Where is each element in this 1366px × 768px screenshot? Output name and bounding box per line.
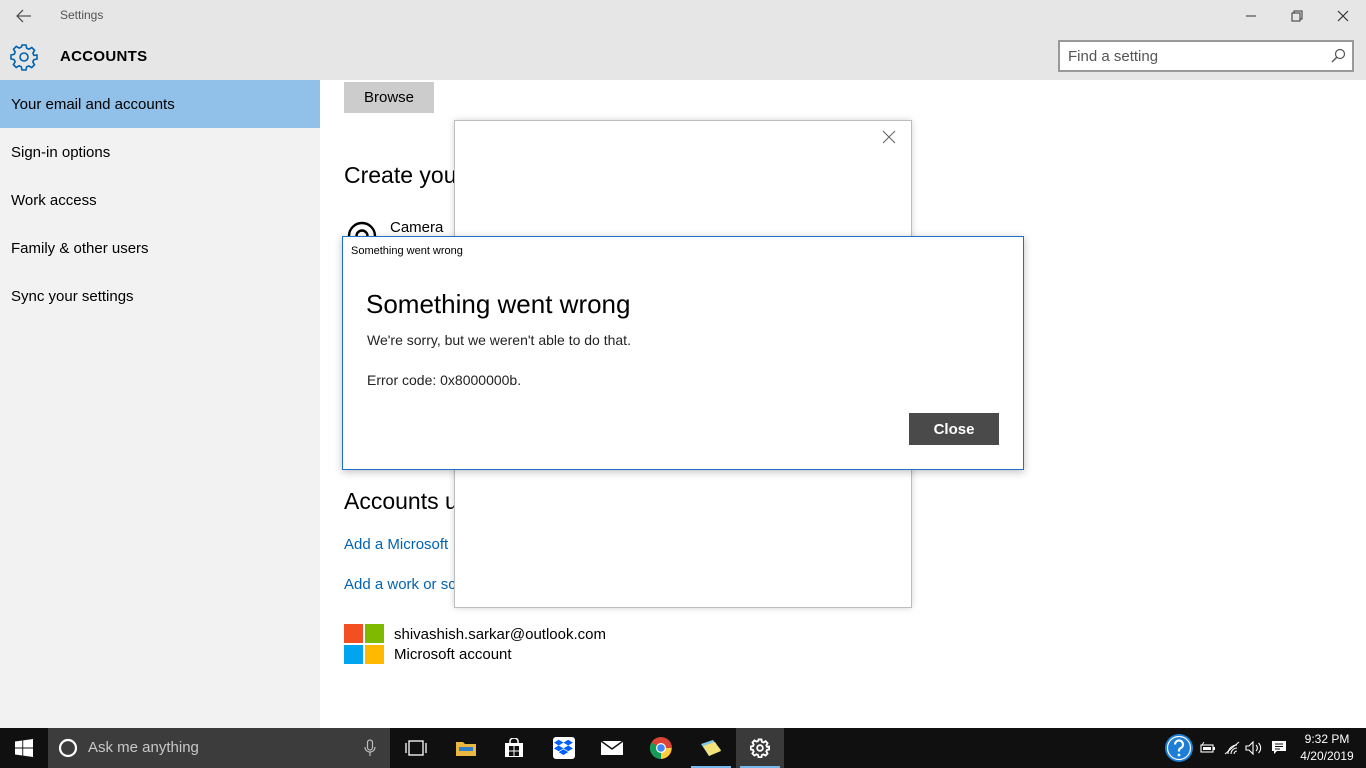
- chrome-button[interactable]: [637, 728, 685, 768]
- microsoft-logo-icon: [344, 624, 384, 664]
- back-arrow-icon: [16, 9, 31, 23]
- battery-tray-button[interactable]: [1198, 728, 1218, 768]
- error-dialog: Something went wrong Something went wron…: [342, 236, 1024, 470]
- back-button[interactable]: [8, 2, 40, 30]
- help-tray-button[interactable]: [1162, 728, 1196, 768]
- store-icon: [505, 738, 523, 757]
- action-center-button[interactable]: [1268, 728, 1290, 768]
- dialog-caption: Something went wrong: [351, 245, 463, 257]
- close-icon: [1337, 10, 1349, 22]
- camera-icon[interactable]: [346, 220, 378, 236]
- task-view-button[interactable]: [392, 728, 440, 768]
- windows-logo-icon: [15, 739, 33, 757]
- create-picture-heading: Create you: [344, 162, 457, 188]
- sidebar-item-email-accounts[interactable]: Your email and accounts: [0, 80, 320, 128]
- start-button[interactable]: [0, 728, 48, 768]
- file-explorer-button[interactable]: [442, 728, 490, 768]
- sidebar-item-sync-settings[interactable]: Sync your settings: [0, 272, 320, 320]
- chrome-icon: [650, 737, 672, 759]
- mail-button[interactable]: [588, 728, 636, 768]
- settings-taskbar-button[interactable]: [736, 728, 784, 768]
- logo-tile-yellow: [365, 645, 384, 664]
- sidebar-item-label: Work access: [11, 191, 97, 209]
- clock-time[interactable]: 9:32 PM: [1296, 732, 1358, 746]
- sidebar-item-work-access[interactable]: Work access: [0, 176, 320, 224]
- sidebar-item-label: Your email and accounts: [11, 95, 175, 113]
- add-work-account-link[interactable]: Add a work or sc: [344, 576, 456, 593]
- dialog-close-button[interactable]: Close: [909, 413, 999, 445]
- gear-icon: [10, 44, 38, 71]
- logo-tile-green: [365, 624, 384, 643]
- sidebar-item-label: Family & other users: [11, 239, 149, 257]
- minimize-button[interactable]: [1228, 0, 1274, 32]
- sticky-notes-button[interactable]: [687, 728, 735, 768]
- dropbox-button[interactable]: [540, 728, 588, 768]
- dialog-error-code: Error code: 0x8000000b.: [367, 372, 522, 388]
- wifi-icon: [1224, 741, 1240, 755]
- close-icon[interactable]: [881, 129, 897, 145]
- restore-button[interactable]: [1274, 0, 1320, 32]
- sidebar-item-family-users[interactable]: Family & other users: [0, 224, 320, 272]
- sticky-notes-icon: [701, 740, 721, 756]
- settings-icon: [750, 738, 770, 758]
- mail-icon: [600, 740, 624, 755]
- search-box[interactable]: [1058, 40, 1354, 72]
- dialog-title: Something went wrong: [366, 289, 631, 319]
- taskbar: Ask me anything 9:32 PM 4/20/2019: [0, 728, 1366, 768]
- page-title: ACCOUNTS: [60, 48, 148, 65]
- microphone-icon[interactable]: [364, 739, 376, 757]
- clock-date[interactable]: 4/20/2019: [1296, 749, 1358, 763]
- volume-icon: [1245, 741, 1262, 755]
- sidebar-item-sign-in-options[interactable]: Sign-in options: [0, 128, 320, 176]
- browse-button[interactable]: Browse: [344, 82, 434, 113]
- title-bar: Settings: [0, 0, 1366, 32]
- taskbar-search-placeholder: Ask me anything: [88, 739, 199, 756]
- task-view-icon: [405, 740, 427, 756]
- accounts-heading: Accounts u: [344, 488, 458, 514]
- sidebar: Your email and accounts Sign-in options …: [0, 80, 320, 728]
- cortana-search-box[interactable]: Ask me anything: [48, 728, 390, 768]
- search-input[interactable]: [1068, 46, 1318, 66]
- file-explorer-icon: [456, 742, 476, 756]
- search-icon[interactable]: [1330, 48, 1346, 64]
- dialog-message: We're sorry, but we weren't able to do t…: [367, 332, 631, 348]
- volume-tray-button[interactable]: [1244, 728, 1264, 768]
- add-microsoft-account-link[interactable]: Add a Microsoft: [344, 536, 448, 553]
- dropbox-icon: [553, 737, 575, 759]
- battery-icon: [1200, 742, 1215, 753]
- account-type: Microsoft account: [394, 646, 512, 663]
- logo-tile-red: [344, 624, 363, 643]
- cortana-icon: [58, 738, 78, 758]
- window-title: Settings: [60, 8, 104, 22]
- wifi-tray-button[interactable]: [1222, 728, 1242, 768]
- camera-option-label[interactable]: Camera: [390, 219, 443, 236]
- sidebar-item-label: Sign-in options: [11, 143, 111, 161]
- close-window-button[interactable]: [1320, 0, 1366, 32]
- action-center-icon: [1272, 741, 1286, 754]
- store-button[interactable]: [490, 728, 538, 768]
- minimize-icon: [1246, 15, 1256, 17]
- restore-icon: [1291, 10, 1303, 22]
- help-icon: [1165, 734, 1193, 762]
- logo-tile-blue: [344, 645, 363, 664]
- settings-header: ACCOUNTS: [0, 32, 1366, 80]
- account-email[interactable]: shivashish.sarkar@outlook.com: [394, 626, 606, 643]
- sidebar-item-label: Sync your settings: [11, 287, 134, 305]
